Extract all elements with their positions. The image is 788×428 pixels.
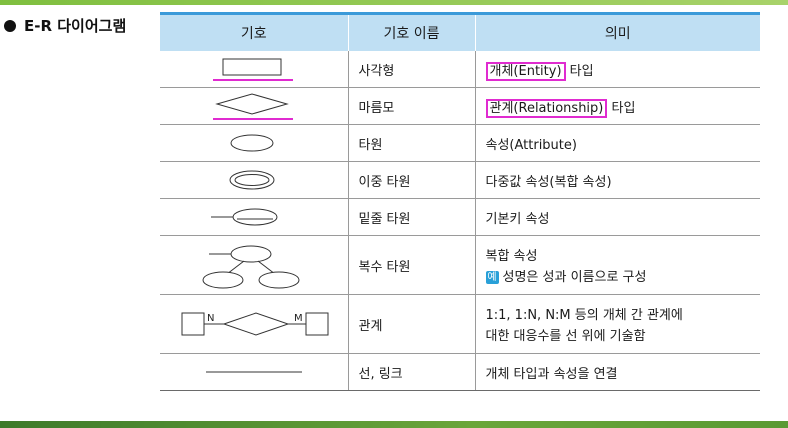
symbol-name: 타원 <box>348 124 476 162</box>
symbol-name: 밑줄 타원 <box>348 198 476 236</box>
section-title: E-R 다이어그램 <box>4 15 126 36</box>
symbol-name: 마름모 <box>348 87 476 125</box>
symbol-name: 사각형 <box>348 51 476 88</box>
symbol-cell <box>160 161 349 199</box>
meaning-line-1: 복합 속성 <box>485 249 538 264</box>
table-header-row: 기호 기호 이름 의미 <box>160 12 760 51</box>
top-accent-bar <box>0 0 788 5</box>
table-row: 사각형 개체(Entity) 타입 <box>160 51 760 88</box>
table-row: N M 관계 1:1, 1:N, N:M 등의 개체 간 관계에 대한 대응수를… <box>160 294 760 354</box>
example-line: 예 성명은 성과 이름으로 구성 <box>485 266 761 285</box>
symbol-cell: N M <box>160 294 349 354</box>
composite-ellipse-symbol-icon <box>202 245 300 289</box>
table-row: 밑줄 타원 기본키 속성 <box>160 198 760 236</box>
section-title-text: E-R 다이어그램 <box>24 17 127 35</box>
example-badge-icon: 예 <box>485 271 499 284</box>
highlighted-term: 관계(Relationship) <box>485 98 608 118</box>
symbol-meaning: 속성(Attribute) <box>475 124 760 162</box>
symbol-meaning: 다중값 속성(복합 속성) <box>475 161 760 199</box>
symbol-name: 선, 링크 <box>348 353 476 391</box>
rectangle-symbol-icon <box>212 58 293 81</box>
header-meaning: 의미 <box>475 12 760 51</box>
table-row: 복수 타원 복합 속성 예 성명은 성과 이름으로 구성 <box>160 235 761 295</box>
meaning-suffix: 타입 <box>565 63 594 79</box>
bullet-icon <box>4 19 16 32</box>
symbol-cell <box>160 51 349 88</box>
symbol-cell <box>160 235 349 295</box>
symbol-meaning: 개체 타입과 속성을 연결 <box>475 353 760 391</box>
symbol-meaning: 1:1, 1:N, N:M 등의 개체 간 관계에 대한 대응수를 선 위에 기… <box>475 294 760 354</box>
table-row: 마름모 관계(Relationship) 타입 <box>160 87 760 125</box>
symbol-name: 복수 타원 <box>348 235 476 295</box>
header-symbol-name: 기호 이름 <box>348 12 476 51</box>
table-row: 선, 링크 개체 타입과 속성을 연결 <box>160 353 760 391</box>
symbol-cell <box>160 353 349 391</box>
relationship-symbol-icon: N M <box>181 312 329 336</box>
symbol-cell <box>160 87 349 125</box>
highlighted-term: 개체(Entity) <box>485 61 566 81</box>
symbol-meaning: 기본키 속성 <box>475 198 760 236</box>
table-row: 이중 타원 다중값 속성(복합 속성) <box>160 161 760 199</box>
symbol-cell <box>160 124 349 162</box>
double-ellipse-symbol-icon <box>229 170 275 190</box>
cardinality-m-label: M <box>294 313 303 324</box>
meaning-line-2: 대한 대응수를 선 위에 기술함 <box>485 329 646 344</box>
cardinality-n-label: N <box>207 313 214 324</box>
symbol-meaning: 복합 속성 예 성명은 성과 이름으로 구성 <box>475 235 761 295</box>
meaning-line-1: 1:1, 1:N, N:M 등의 개체 간 관계에 <box>485 308 683 323</box>
bottom-accent-bar <box>0 421 788 428</box>
link-line-symbol-icon <box>205 371 302 373</box>
symbol-meaning: 관계(Relationship) 타입 <box>475 87 760 125</box>
header-symbol: 기호 <box>160 12 349 51</box>
table-row: 타원 속성(Attribute) <box>160 124 760 162</box>
example-text: 성명은 성과 이름으로 구성 <box>502 270 647 285</box>
diamond-symbol-icon <box>212 93 293 120</box>
er-symbol-table: 기호 기호 이름 의미 사각형 개체(Entity) 타입 마름모 관계(Rel… <box>160 12 760 391</box>
underlined-ellipse-symbol-icon <box>210 208 278 226</box>
symbol-name: 이중 타원 <box>348 161 476 199</box>
symbol-meaning: 개체(Entity) 타입 <box>475 51 760 88</box>
meaning-suffix: 타입 <box>607 100 636 116</box>
symbol-cell <box>160 198 349 236</box>
ellipse-symbol-icon <box>230 134 274 152</box>
symbol-name: 관계 <box>348 294 476 354</box>
